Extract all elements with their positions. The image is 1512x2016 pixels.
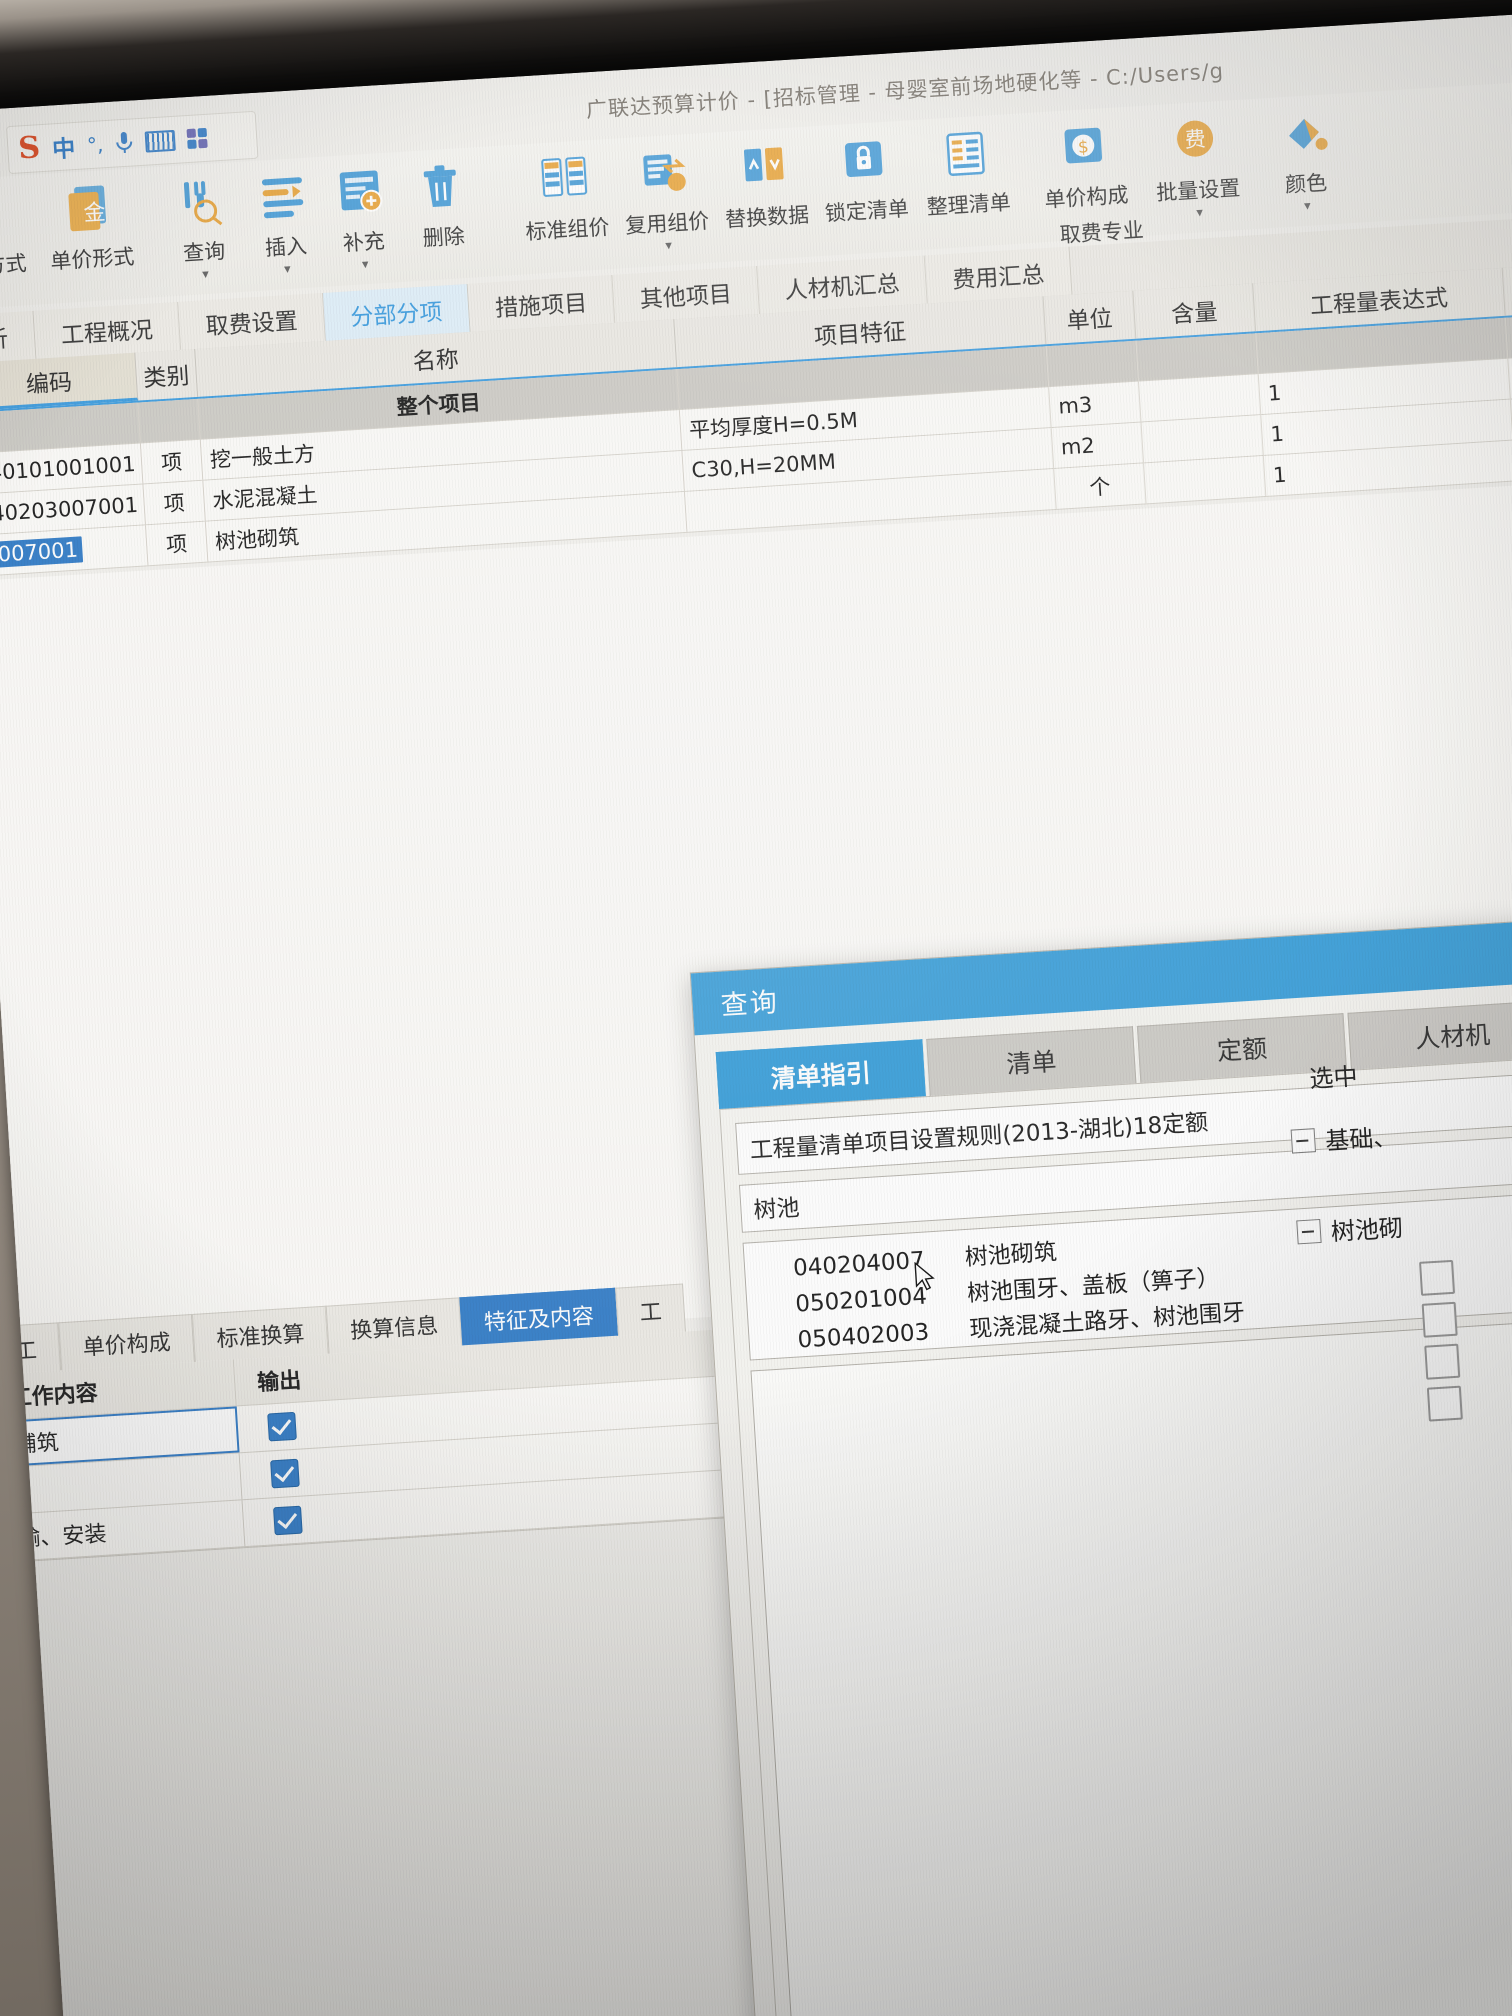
output-header: 输出 [256, 1368, 303, 1397]
ribbon-button-unit-price-form[interactable]: 金 单价形式 [33, 174, 147, 277]
standard-price-icon [509, 144, 621, 213]
chevron-down-icon[interactable]: ▾ [1145, 205, 1253, 222]
sogou-logo-icon: S [17, 130, 42, 167]
cell-code-editing-value: 4007001 [0, 536, 83, 569]
cell-quantity[interactable] [1138, 374, 1262, 422]
tree-node-label: 树池砌 [1330, 1213, 1404, 1247]
search-input-value: 树池 [752, 1195, 801, 1225]
selection-tree[interactable]: 基础、 树池砌 [1290, 1101, 1512, 1433]
ribbon-label: 锁定清单 [824, 196, 910, 226]
checkbox-icon[interactable] [1424, 1343, 1461, 1380]
lock-list-icon [808, 126, 920, 195]
cell-kind [138, 398, 201, 443]
tab-cost-analysis[interactable]: 析 [0, 310, 37, 364]
output-cell[interactable] [237, 1401, 328, 1452]
ribbon-label: 复用组价 [624, 208, 710, 239]
cell-unit[interactable]: m3 [1049, 381, 1142, 428]
ribbon-button-delete[interactable]: 删除 [385, 152, 499, 255]
batch-settings-icon: 费 [1139, 105, 1251, 174]
organize-list-icon [910, 120, 1022, 189]
ime-punctuation-button[interactable]: °, [86, 132, 104, 157]
ribbon-label: 删除 [422, 224, 466, 251]
column-header-quantity[interactable]: 含量 [1133, 283, 1257, 339]
output-cell[interactable] [243, 1495, 334, 1546]
selection-panel: 选中 基础、 树池砌 [1286, 1038, 1512, 1433]
tree-expand-icon[interactable] [1290, 1127, 1317, 1154]
ribbon-button-reuse-price[interactable]: 复用组价 ▾ [608, 138, 723, 254]
property-tab-features-content[interactable]: 特征及内容 [459, 1287, 619, 1346]
cell-quantity[interactable] [1144, 455, 1267, 504]
toolbox-icon[interactable] [186, 127, 208, 150]
ribbon-button-replace-data[interactable]: 替换数据 [708, 132, 822, 235]
result-name: 树池砌筑 [964, 1239, 1058, 1272]
microphone-icon[interactable] [115, 130, 134, 155]
tree-node-tree-pit[interactable]: 树池砌 [1296, 1192, 1512, 1249]
cell-kind[interactable]: 项 [140, 439, 204, 484]
ribbon-label: 替换数据 [724, 202, 810, 232]
tree-expand-icon[interactable] [1296, 1218, 1322, 1244]
ribbon-button-color[interactable]: 颜色 ▾ [1247, 99, 1362, 215]
checkbox-checked-icon[interactable] [270, 1458, 300, 1489]
checkbox-checked-icon[interactable] [267, 1411, 297, 1442]
cell-quantity [1136, 333, 1259, 381]
ribbon-label: 计税方式 [0, 251, 28, 281]
property-tab-conversion-info[interactable]: 换算信息 [325, 1297, 463, 1354]
property-tab-standard-conversion[interactable]: 标准换算 [191, 1305, 329, 1362]
ribbon-label: 单价形式 [49, 244, 136, 274]
column-header-kind[interactable]: 类别 [135, 348, 199, 401]
ribbon-label: 单价构成 [1043, 182, 1130, 213]
ime-mode-button[interactable]: 中 [51, 129, 76, 164]
chevron-down-icon[interactable]: ▾ [615, 238, 723, 255]
property-tab-unit-price-composition[interactable]: 单价构成 [58, 1314, 195, 1371]
tree-node-label: 基础、 [1324, 1123, 1399, 1156]
column-header-unit[interactable]: 单位 [1043, 290, 1137, 345]
checkbox-icon[interactable] [1421, 1301, 1458, 1338]
ribbon-button-price-composition[interactable]: $ 单价构成 [1028, 112, 1142, 215]
delete-icon [385, 152, 497, 221]
ribbon-label: 标准组价 [524, 215, 611, 245]
cell-code-editing[interactable]: 4007001 [0, 525, 149, 577]
ribbon-label: 批量设置 [1155, 175, 1241, 206]
svg-text:金: 金 [83, 200, 107, 226]
property-tab-more[interactable]: 工 [615, 1283, 687, 1336]
chevron-down-icon[interactable]: ▾ [311, 257, 419, 274]
ribbon-button-organize-list[interactable]: 整理清单 [910, 120, 1024, 223]
chevron-down-icon[interactable]: ▾ [1253, 198, 1361, 215]
checkbox-checked-icon[interactable] [273, 1505, 303, 1536]
reuse-price-icon [608, 138, 720, 207]
cell-unit[interactable]: 个 [1054, 463, 1147, 509]
column-header-code[interactable]: 编码 [0, 352, 139, 412]
screen-area: S 中 °, 广联达预算计价 - [招标管理 - 母婴室前场地硬化等 - C:/… [0, 10, 1512, 2016]
replace-data-icon [708, 132, 820, 201]
ribbon-label: 颜色 [1284, 170, 1328, 198]
svg-text:$: $ [1077, 137, 1089, 158]
monitor-photo: S 中 °, 广联达预算计价 - [招标管理 - 母婴室前场地硬化等 - C:/… [0, 0, 1512, 2016]
tree-node-basic[interactable]: 基础、 [1290, 1101, 1512, 1158]
cell-quantity[interactable] [1141, 415, 1264, 463]
cell-kind[interactable]: 项 [145, 521, 209, 566]
rule-select-value: 工程量清单项目设置规则(2013-湖北)18定额 [749, 1109, 1209, 1165]
checkbox-icon[interactable] [1419, 1259, 1456, 1296]
property-panel: 工 单价构成 标准换算 换算信息 特征及内容 工 工作内容 输出 铺筑 输、安装 [0, 1278, 794, 1564]
cell-unit[interactable]: m2 [1051, 422, 1144, 469]
unit-price-form-icon: 金 [33, 174, 145, 243]
cell-kind[interactable]: 项 [143, 480, 206, 525]
dialog-title: 查询 [719, 986, 780, 1022]
tax-method-icon [0, 181, 37, 250]
cell-unit [1046, 340, 1139, 387]
ribbon-button-batch-settings[interactable]: 费 批量设置 ▾ [1139, 105, 1254, 221]
mouse-cursor-icon [913, 1261, 937, 1298]
svg-text:费: 费 [1184, 127, 1206, 152]
price-composition-icon: $ [1028, 112, 1140, 181]
keyboard-icon[interactable] [144, 129, 176, 153]
output-cell[interactable] [240, 1448, 331, 1499]
checkbox-icon[interactable] [1426, 1385, 1463, 1422]
color-icon [1247, 99, 1359, 168]
ribbon-button-lock-list[interactable]: 锁定清单 [808, 126, 922, 229]
ribbon-label: 整理清单 [926, 190, 1012, 220]
ribbon-button-standard-price[interactable]: 标准组价 [509, 144, 623, 247]
